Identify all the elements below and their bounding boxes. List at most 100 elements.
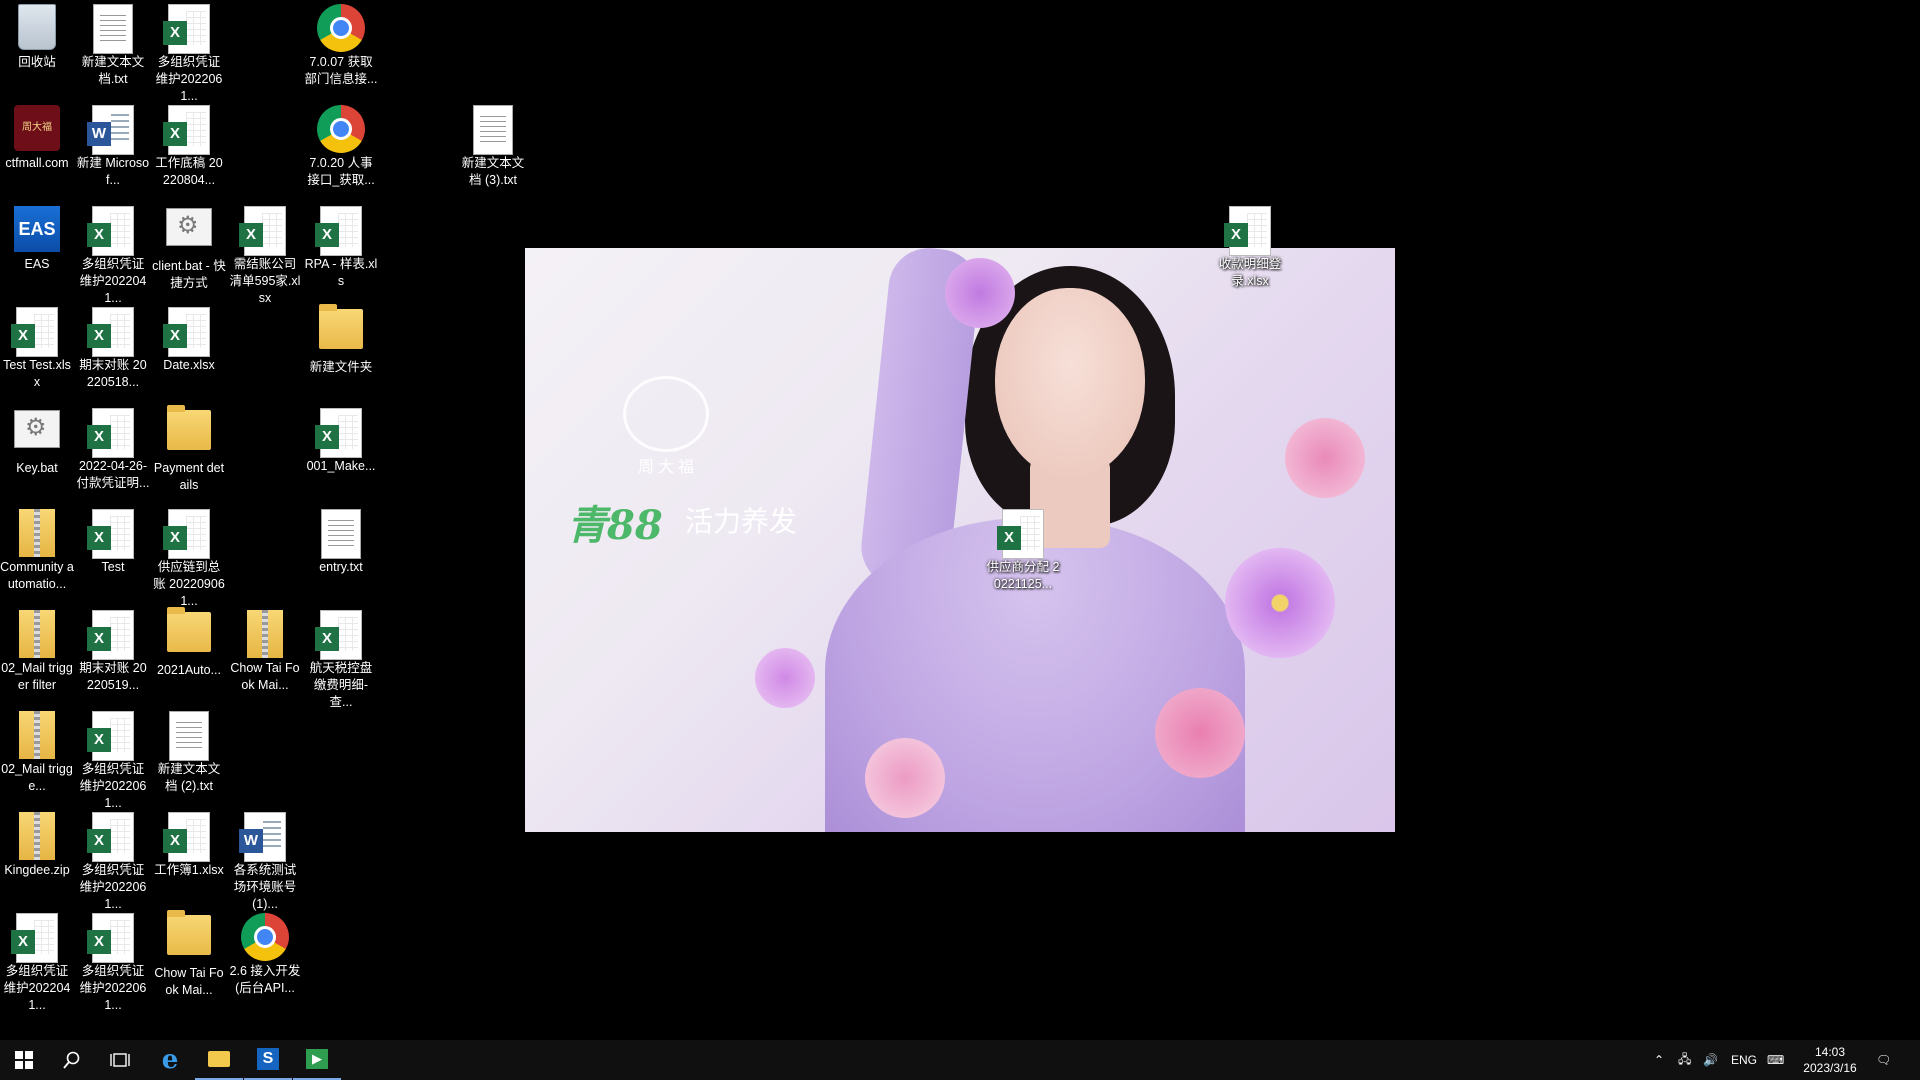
taskbar-app-play-button[interactable]: ▶ [293,1040,341,1080]
desktop-icon[interactable]: 2021Auto... [152,606,226,679]
desktop-icon[interactable]: X 多组织凭证维护2022061... [76,707,150,812]
desktop-icon[interactable]: EAS EAS [0,202,74,273]
desktop-icon[interactable]: Payment details [152,404,226,494]
word-file-icon: W [239,812,286,862]
clock-date: 2023/3/16 [1803,1061,1857,1075]
desktop-icon[interactable]: Chow Tai Fook Mai... [152,909,226,999]
zip-folder-icon [19,509,55,557]
desktop-icon[interactable]: X 多组织凭证维护2022061... [76,909,150,1014]
desktop-icon[interactable]: X 2022-04-26-付款凭证明... [76,404,150,492]
text-file-icon [321,509,361,559]
desktop-icon-label: 多组织凭证维护2022061... [79,964,147,1012]
desktop-icon[interactable]: 02_Mail trigge... [0,707,74,795]
excel-file-icon: X [315,408,362,458]
desktop-icon[interactable]: 新建文本文档 (3).txt [456,101,530,189]
start-button[interactable] [0,1040,48,1080]
desktop-icon-label: 多组织凭证维护2022041... [3,964,71,1012]
task-view-button[interactable] [96,1040,144,1080]
desktop-icon[interactable]: X Date.xlsx [152,303,226,374]
excel-file-icon: X [163,105,210,155]
tray-language[interactable]: ENG [1731,1040,1757,1080]
desktop-icon-label: 航天税控盘缴费明细-查... [309,661,373,709]
excel-file-icon: X [997,509,1044,559]
desktop-icon[interactable]: 新建文本文档.txt [76,0,150,88]
flower-decoration [865,738,945,818]
desktop-icon[interactable]: Kingdee.zip [0,808,74,879]
taskbar-app-s-button[interactable]: S [244,1040,292,1080]
desktop-icon-label: 收款明细登录.xlsx [1218,257,1282,288]
desktop-icon-label: 期末对账 20220518... [79,358,147,389]
search-button[interactable] [48,1040,96,1080]
excel-file-icon: X [87,408,134,458]
desktop-icon[interactable]: X 多组织凭证维护2022041... [76,202,150,307]
clock[interactable]: 14:03 2023/3/16 [1790,1044,1870,1076]
app-s-icon: S [257,1048,279,1070]
desktop-icon[interactable]: X 收款明细登录.xlsx [1213,202,1287,290]
desktop-icon[interactable]: X RPA - 样表.xls [304,202,378,290]
desktop-icon[interactable]: 7.0.07 获取部门信息接... [304,0,378,88]
action-center-button[interactable]: 🗨 [1876,1040,1891,1080]
zip-folder-icon [19,711,55,759]
recycle-bin-icon [18,4,56,50]
desktop-icon[interactable]: client.bat - 快捷方式 [152,202,226,292]
taskbar-file-explorer-button[interactable] [195,1040,243,1080]
desktop[interactable]: 周大福 青88 活力养发 回收站 新建文本文档.txt X 多组织凭证维护202206… [0,0,1920,1040]
desktop-icon[interactable]: 新建文件夹 [304,303,378,376]
desktop-icon[interactable]: X 供应商分配 20221125... [986,505,1060,593]
desktop-icon-label: client.bat - 快捷方式 [152,259,226,290]
flower-decoration [1155,688,1245,778]
batch-file-icon [14,410,60,448]
desktop-icon[interactable]: X 供应链到总账 202209061... [152,505,226,610]
desktop-icon-label: 需结账公司清单595家.xlsx [229,257,301,305]
desktop-icon[interactable]: 02_Mail trigger filter [0,606,74,694]
taskbar-ie-button[interactable]: e [146,1040,194,1080]
desktop-icon[interactable]: W 各系统测试场环境账号(1)... [228,808,302,913]
desktop-icon[interactable]: 周大福 ctfmall.com [0,101,74,172]
desktop-icon[interactable]: X 多组织凭证维护2022061... [152,0,226,105]
desktop-icon[interactable]: 回收站 [0,0,74,71]
desktop-icon[interactable]: X 期末对账 20220518... [76,303,150,391]
excel-file-icon: X [163,812,210,862]
desktop-icon-label: 期末对账 20220519... [79,661,147,692]
desktop-icon-label: 各系统测试场环境账号(1)... [233,863,297,911]
desktop-icon[interactable]: X 001_Make... [304,404,378,475]
excel-file-icon: X [315,610,362,660]
zip-folder-icon [247,610,283,658]
excel-file-icon: X [163,4,210,54]
desktop-icon[interactable]: Key.bat [0,404,74,477]
desktop-icon[interactable]: X 工作底稿 20220804... [152,101,226,189]
wallpaper-brand: 青88 [567,502,663,549]
desktop-icon[interactable]: entry.txt [304,505,378,576]
desktop-icon-label: 2022-04-26-付款凭证明... [76,459,150,490]
app-play-icon: ▶ [306,1049,328,1069]
desktop-icon[interactable]: Chow Tai Fook Mai... [228,606,302,694]
tray-keyboard[interactable]: ⌨ [1767,1040,1784,1080]
chrome-icon [317,4,365,52]
excel-file-icon: X [11,913,58,963]
batch-file-icon [166,208,212,246]
desktop-icon[interactable]: 新建文本文档 (2).txt [152,707,226,795]
desktop-icon[interactable]: X 需结账公司清单595家.xlsx [228,202,302,307]
desktop-icon[interactable]: X 工作簿1.xlsx [152,808,226,879]
desktop-icon[interactable]: X Test [76,505,150,576]
desktop-icon[interactable]: W 新建 Microsof... [76,101,150,189]
desktop-icon-label: 001_Make... [306,459,376,473]
desktop-icon[interactable]: 2.6 接入开发(后台API... [228,909,302,997]
desktop-icon[interactable]: Community automatio... [0,505,74,593]
tray-network[interactable]: 🖧 [1678,1040,1691,1080]
volume-icon: 🔊 [1703,1053,1718,1067]
desktop-icon[interactable]: 7.0.20 人事接口_获取... [304,101,378,189]
desktop-icon[interactable]: X 期末对账 20220519... [76,606,150,694]
desktop-icon[interactable]: X 多组织凭证维护2022041... [0,909,74,1014]
desktop-icon[interactable]: X 航天税控盘缴费明细-查... [304,606,378,711]
desktop-icon[interactable]: X Test Test.xlsx [0,303,74,391]
notification-icon: 🗨 [1876,1053,1892,1067]
desktop-icon-label: 新建文本文档.txt [81,55,145,86]
tray-show-hidden-icons[interactable]: ⌃ [1654,1040,1664,1080]
tray-volume[interactable]: 🔊 [1703,1040,1718,1080]
excel-file-icon: X [163,509,210,559]
excel-file-icon: X [239,206,286,256]
excel-file-icon: X [87,913,134,963]
desktop-icon-label: Kingdee.zip [4,863,70,877]
desktop-icon[interactable]: X 多组织凭证维护2022061... [76,808,150,913]
